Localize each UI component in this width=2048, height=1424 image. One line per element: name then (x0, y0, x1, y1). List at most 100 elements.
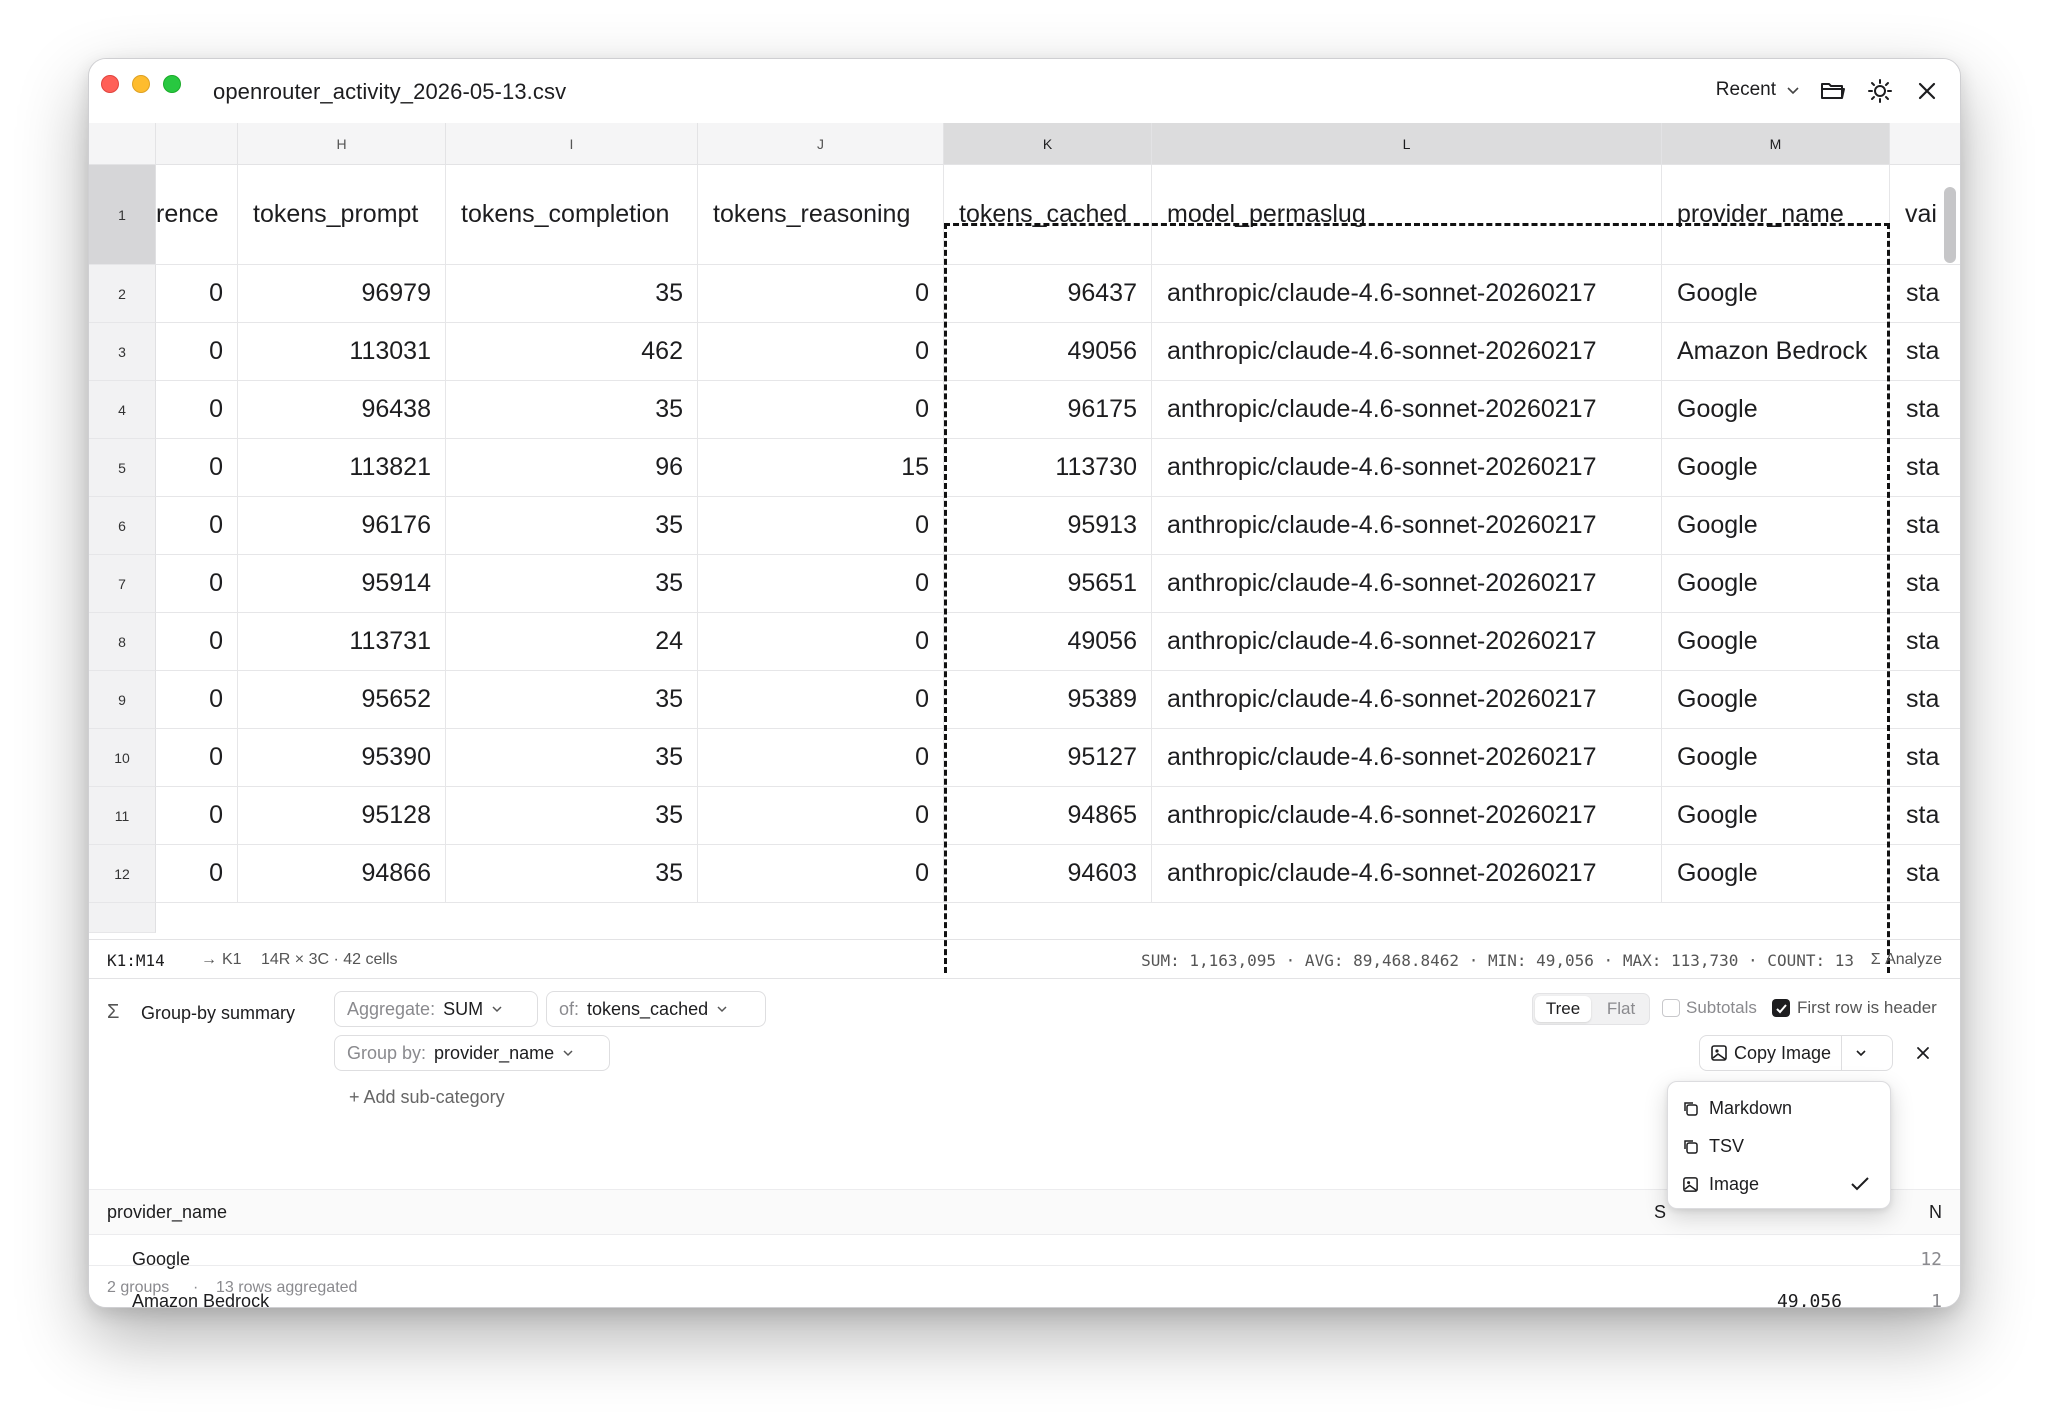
table-cell[interactable]: 0 (698, 671, 944, 729)
row-number[interactable]: 7 (89, 555, 156, 613)
copy-format-dropdown[interactable] (1842, 1036, 1880, 1070)
table-cell[interactable]: Google (1662, 381, 1890, 439)
column-letter-H[interactable]: H (238, 123, 446, 165)
table-cell[interactable]: 0 (698, 265, 944, 323)
column-letter-K[interactable]: K (944, 123, 1152, 165)
table-cell[interactable]: 95390 (238, 729, 446, 787)
zoom-window-button[interactable] (163, 75, 181, 93)
table-cell[interactable]: sta (1890, 265, 1960, 323)
table-cell[interactable]: 95128 (238, 787, 446, 845)
table-cell[interactable]: 96175 (944, 381, 1152, 439)
menu-item-image[interactable]: Image (1682, 1166, 1878, 1202)
row-number[interactable]: 12 (89, 845, 156, 903)
table-cell[interactable]: 96438 (238, 381, 446, 439)
table-cell[interactable]: 0 (698, 613, 944, 671)
row-number[interactable] (89, 903, 156, 933)
table-cell[interactable]: Amazon Bedrock (1662, 323, 1890, 381)
table-cell[interactable]: 49056 (944, 323, 1152, 381)
table-cell[interactable]: Google (1662, 555, 1890, 613)
table-cell[interactable]: anthropic/claude-4.6-sonnet-20260217 (1152, 845, 1662, 903)
table-cell[interactable]: sta (1890, 439, 1960, 497)
header-cell[interactable]: tokens_reasoning (698, 165, 944, 265)
table-cell[interactable]: 0 (156, 613, 238, 671)
table-cell[interactable]: 35 (446, 381, 698, 439)
group-by-select[interactable]: Group by: provider_name (334, 1035, 610, 1071)
table-cell[interactable]: 462 (446, 323, 698, 381)
table-cell[interactable]: 0 (698, 497, 944, 555)
table-cell[interactable]: 0 (698, 323, 944, 381)
table-cell[interactable]: anthropic/claude-4.6-sonnet-20260217 (1152, 787, 1662, 845)
table-cell[interactable]: 0 (156, 729, 238, 787)
header-cell[interactable]: model_permaslug (1152, 165, 1662, 265)
sun-icon[interactable] (1866, 77, 1894, 105)
table-cell[interactable]: 95913 (944, 497, 1152, 555)
table-cell[interactable]: sta (1890, 381, 1960, 439)
table-cell[interactable]: 95389 (944, 671, 1152, 729)
table-cell[interactable]: 94603 (944, 845, 1152, 903)
table-cell[interactable]: sta (1890, 555, 1960, 613)
table-cell[interactable]: anthropic/claude-4.6-sonnet-20260217 (1152, 497, 1662, 555)
table-cell[interactable]: 96 (446, 439, 698, 497)
row-number[interactable]: 2 (89, 265, 156, 323)
table-cell[interactable]: sta (1890, 497, 1960, 555)
row-number[interactable]: 8 (89, 613, 156, 671)
row-number[interactable]: 9 (89, 671, 156, 729)
row-number[interactable]: 3 (89, 323, 156, 381)
table-cell[interactable]: 95914 (238, 555, 446, 613)
table-cell[interactable]: 95651 (944, 555, 1152, 613)
table-cell[interactable]: 113031 (238, 323, 446, 381)
table-cell[interactable]: 113730 (944, 439, 1152, 497)
table-cell[interactable]: 0 (156, 497, 238, 555)
table-cell[interactable]: 0 (698, 381, 944, 439)
table-cell[interactable]: Google (1662, 497, 1890, 555)
table-cell[interactable]: sta (1890, 671, 1960, 729)
menu-item-tsv[interactable]: TSV (1682, 1128, 1878, 1164)
table-cell[interactable]: Google (1662, 671, 1890, 729)
header-cell[interactable]: tokens_prompt (238, 165, 446, 265)
table-cell[interactable]: 49056 (944, 613, 1152, 671)
table-cell[interactable]: 0 (156, 671, 238, 729)
table-cell[interactable]: 94865 (944, 787, 1152, 845)
table-cell[interactable]: 96176 (238, 497, 446, 555)
table-cell[interactable]: sta (1890, 787, 1960, 845)
table-cell[interactable]: 0 (156, 787, 238, 845)
menu-item-markdown[interactable]: Markdown (1682, 1090, 1878, 1126)
table-cell[interactable]: 95652 (238, 671, 446, 729)
table-cell[interactable]: sta (1890, 613, 1960, 671)
spreadsheet-grid[interactable]: HIJKLM 1 rence tokens_prompt tokens_complet… (89, 123, 1960, 983)
table-cell[interactable]: 95127 (944, 729, 1152, 787)
table-cell[interactable]: 0 (156, 265, 238, 323)
table-cell[interactable]: 0 (156, 381, 238, 439)
column-letter-partial[interactable] (156, 123, 238, 165)
table-cell[interactable]: 35 (446, 729, 698, 787)
copy-image-button[interactable]: Copy Image (1700, 1036, 1843, 1070)
table-cell[interactable]: Google (1662, 613, 1890, 671)
minimize-window-button[interactable] (132, 75, 150, 93)
table-cell[interactable]: sta (1890, 845, 1960, 903)
table-cell[interactable]: 0 (698, 729, 944, 787)
table-cell[interactable]: 0 (698, 555, 944, 613)
table-cell[interactable]: 35 (446, 555, 698, 613)
table-cell[interactable]: Google (1662, 265, 1890, 323)
table-cell[interactable]: anthropic/claude-4.6-sonnet-20260217 (1152, 613, 1662, 671)
row-number[interactable]: 5 (89, 439, 156, 497)
tree-view-button[interactable]: Tree (1535, 996, 1591, 1022)
recent-dropdown[interactable]: Recent (1716, 79, 1800, 101)
subtotals-checkbox[interactable] (1662, 999, 1680, 1017)
table-cell[interactable]: 0 (156, 555, 238, 613)
table-cell[interactable]: 0 (698, 845, 944, 903)
row-number[interactable]: 10 (89, 729, 156, 787)
close-window-button[interactable] (101, 75, 119, 93)
table-cell[interactable]: sta (1890, 729, 1960, 787)
table-cell[interactable]: anthropic/claude-4.6-sonnet-20260217 (1152, 381, 1662, 439)
table-cell[interactable]: 113821 (238, 439, 446, 497)
column-letter-partial[interactable] (1890, 123, 1960, 165)
first-row-header-checkbox[interactable] (1772, 999, 1790, 1017)
table-cell[interactable]: 0 (156, 323, 238, 381)
table-cell[interactable]: 35 (446, 265, 698, 323)
flat-view-button[interactable]: Flat (1593, 994, 1649, 1024)
table-cell[interactable]: 113731 (238, 613, 446, 671)
table-cell[interactable]: anthropic/claude-4.6-sonnet-20260217 (1152, 323, 1662, 381)
table-cell[interactable]: 96979 (238, 265, 446, 323)
table-cell[interactable]: Google (1662, 439, 1890, 497)
